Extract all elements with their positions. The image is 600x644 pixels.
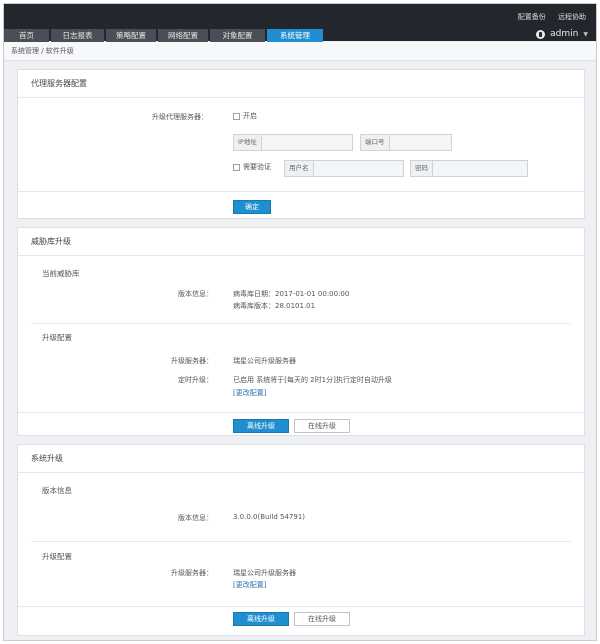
require-auth-option[interactable]: 需要验证 [233,162,271,172]
system-upgrade-panel: 系统升级 版本信息 版本信息： 3.0.0.0(Build 54791) 升级配… [17,444,585,636]
current-threat-library-heading: 当前威胁库 [42,269,80,278]
password-field: 密码 [410,160,528,177]
system-online-upgrade-button[interactable]: 在线升级 [294,612,350,626]
threat-library-panel: 威胁库升级 当前威胁库 版本信息： 病毒库日期：2017-01-01 00:00… [17,227,585,436]
top-links: 配置备份 远程协助 [508,12,586,22]
divider [18,191,584,192]
threat-panel-title: 威胁库升级 [18,228,584,256]
upgrade-proxy-label: 升级代理服务器： [152,113,208,121]
tab-policy-config[interactable]: 策略配置 [106,29,156,42]
system-panel-title: 系统升级 [18,445,584,473]
timed-upgrade-label: 定时升级： [178,376,213,384]
ip-address-field: IP地址 [233,134,353,151]
virus-db-date: 病毒库日期：2017-01-01 00:00:00 [233,290,350,298]
user-menu[interactable]: admin ▼ [536,29,588,39]
proxy-panel-title: 代理服务器配置 [18,70,584,98]
ip-address-label: IP地址 [234,135,262,150]
username-label: 用户名 [285,161,314,176]
divider [31,323,571,324]
threat-server-label: 升级服务器： [171,357,213,365]
threat-version-label: 版本信息： [178,290,213,298]
require-auth-label: 需要验证 [243,163,271,171]
port-input[interactable] [389,135,451,150]
system-version-heading: 版本信息 [42,486,72,495]
remote-assist-link[interactable]: 远程协助 [558,13,586,21]
system-server-label: 升级服务器： [171,569,213,577]
config-backup-link[interactable]: 配置备份 [518,13,546,21]
tab-log-reports[interactable]: 日志报表 [51,29,104,42]
divider [18,412,584,413]
port-label: 端口号 [361,135,390,150]
system-server-value: 瑞星公司升级服务器 [233,569,296,577]
threat-offline-upgrade-button[interactable]: 离线升级 [233,419,289,433]
virus-db-version: 病毒库版本：28.0101.01 [233,302,316,310]
threat-change-config-link[interactable]: [更改配置] [233,388,266,398]
ip-address-input[interactable] [261,135,352,150]
system-version-value: 3.0.0.0(Build 54791) [233,513,306,521]
enable-proxy-label: 开启 [243,112,257,120]
app-frame: 配置备份 远程协助 首页 日志报表 策略配置 网络配置 对象配置 系统管理 ad… [3,3,597,641]
breadcrumb: 系统管理 / 软件升级 [4,42,596,61]
system-version-label: 版本信息： [178,514,213,522]
user-icon [536,29,546,39]
system-offline-upgrade-button[interactable]: 离线升级 [233,612,289,626]
divider [31,541,571,542]
threat-server-value: 瑞星公司升级服务器 [233,357,296,365]
main-nav: 首页 日志报表 策略配置 网络配置 对象配置 系统管理 [4,29,325,42]
timed-upgrade-value: 已启用 系统将于[每天的 2时1分]执行定时自动升级 [233,376,392,384]
divider [18,606,584,607]
threat-online-upgrade-button[interactable]: 在线升级 [294,419,350,433]
confirm-button[interactable]: 确定 [233,200,271,214]
username-field: 用户名 [284,160,404,177]
enable-proxy-option[interactable]: 开启 [233,111,257,121]
username-input[interactable] [313,161,403,176]
password-input[interactable] [433,161,527,176]
require-auth-checkbox[interactable] [233,163,240,171]
threat-upgrade-config-heading: 升级配置 [42,333,72,342]
port-field: 端口号 [360,134,452,151]
password-label: 密码 [411,161,433,176]
proxy-config-panel: 代理服务器配置 升级代理服务器： 开启 IP地址 端口号 需要验证 用户名 密码… [17,69,585,219]
tab-home[interactable]: 首页 [4,29,49,42]
chevron-down-icon: ▼ [583,30,588,38]
system-change-config-link[interactable]: [更改配置] [233,580,266,590]
tab-object-config[interactable]: 对象配置 [210,29,265,42]
enable-proxy-checkbox[interactable] [233,112,240,120]
tab-system-management[interactable]: 系统管理 [267,29,323,42]
tab-network-config[interactable]: 网络配置 [158,29,208,42]
top-bar: 配置备份 远程协助 首页 日志报表 策略配置 网络配置 对象配置 系统管理 ad… [4,4,596,42]
system-upgrade-config-heading: 升级配置 [42,552,72,561]
username: admin [550,29,579,39]
